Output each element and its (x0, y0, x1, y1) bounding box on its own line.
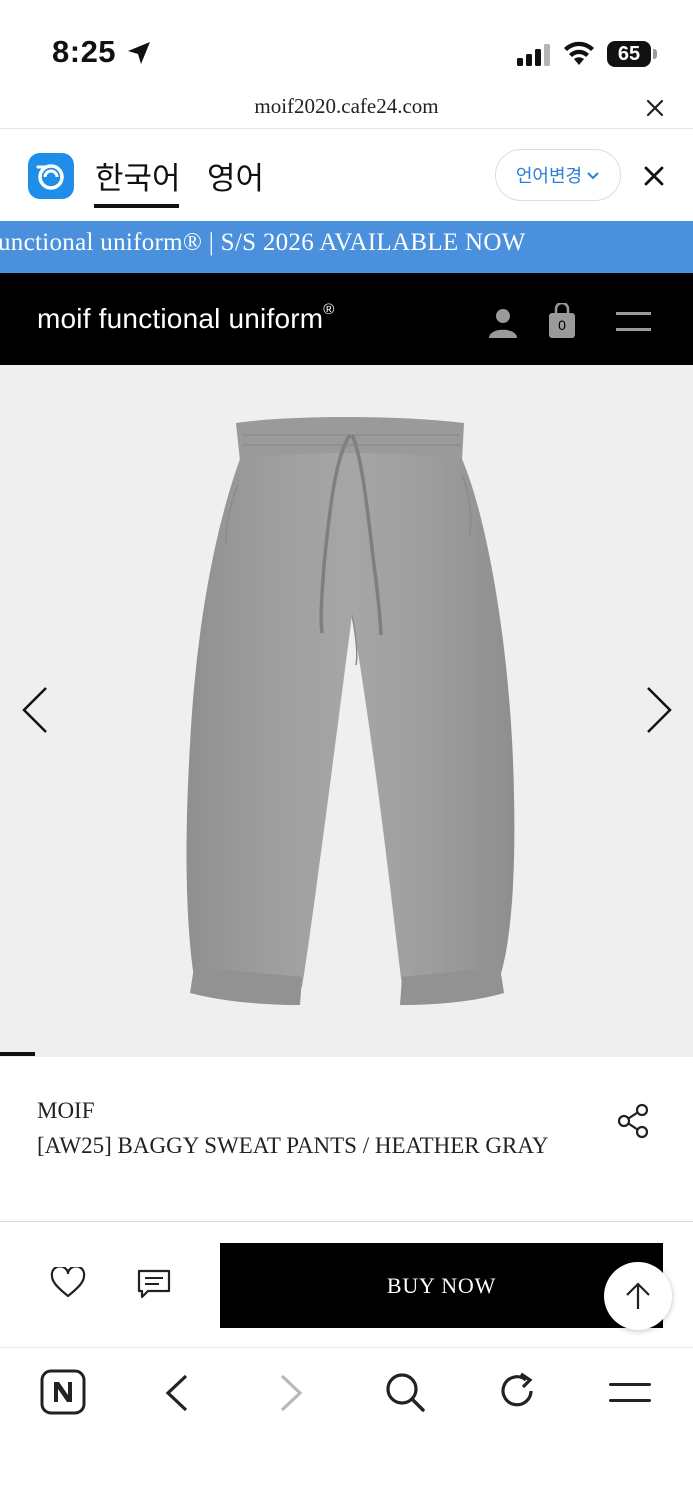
announcement-banner[interactable]: unctional uniform® | S/S 2026 AVAILABLE … (0, 221, 693, 273)
product-info: MOIF [AW25] BAGGY SWEAT PANTS / HEATHER … (0, 1058, 693, 1222)
change-language-label: 언어변경 (515, 166, 583, 187)
browser-toolbar (0, 1349, 693, 1500)
site-logo[interactable]: moif functional uniform® (37, 300, 335, 335)
slide-indicator (0, 1052, 35, 1056)
site-header: moif functional uniform® 0 (0, 273, 693, 365)
product-photo (186, 417, 515, 1005)
registered-mark: ® (323, 300, 335, 318)
menu-icon[interactable] (609, 1382, 651, 1404)
scroll-to-top-button[interactable] (604, 1262, 672, 1330)
wifi-icon (564, 41, 594, 65)
buy-now-button[interactable]: BUY NOW (220, 1243, 663, 1328)
translate-bar: 한국어 영어 언어변경 (0, 129, 693, 221)
banner-text: unctional uniform® | S/S 2026 AVAILABLE … (0, 229, 526, 256)
naver-home-icon[interactable] (40, 1369, 86, 1415)
location-arrow-icon (128, 42, 150, 64)
url-text[interactable]: moif2020.cafe24.com (0, 94, 693, 119)
search-icon[interactable] (384, 1371, 426, 1413)
product-brand: MOIF (37, 1098, 95, 1123)
change-language-button[interactable]: 언어변경 (495, 149, 621, 201)
chevron-left-icon[interactable] (20, 685, 50, 735)
product-image-slider[interactable] (0, 365, 693, 1057)
chevron-right-icon[interactable] (644, 685, 674, 735)
action-bar: BUY NOW (0, 1223, 693, 1348)
arrow-up-icon (626, 1282, 650, 1309)
forward-icon[interactable] (278, 1373, 306, 1413)
close-icon[interactable] (643, 165, 665, 187)
user-icon[interactable] (488, 308, 518, 338)
chevron-down-icon (587, 172, 599, 180)
reload-icon[interactable] (497, 1371, 537, 1411)
tab-english[interactable]: 영어 (207, 153, 264, 198)
url-bar[interactable]: moif2020.cafe24.com (0, 88, 693, 129)
menu-icon[interactable] (616, 311, 652, 333)
site-logo-text: moif functional uniform (37, 303, 324, 334)
cart-count: 0 (558, 317, 566, 333)
active-tab-underline (94, 204, 179, 208)
heart-icon[interactable] (50, 1267, 86, 1299)
translate-logo-icon (28, 153, 74, 199)
status-bar: 8:25 65 (0, 0, 693, 88)
battery-level: 65 (607, 41, 651, 67)
tab-korean[interactable]: 한국어 (95, 153, 181, 198)
signal-icon (517, 44, 550, 66)
share-icon[interactable] (617, 1103, 651, 1139)
back-icon[interactable] (162, 1373, 190, 1413)
close-icon[interactable] (644, 97, 666, 119)
battery-cap (653, 49, 657, 59)
product-name: [AW25] BAGGY SWEAT PANTS / HEATHER GRAY (37, 1133, 549, 1158)
review-icon[interactable] (137, 1269, 171, 1299)
status-time: 8:25 (52, 34, 117, 69)
